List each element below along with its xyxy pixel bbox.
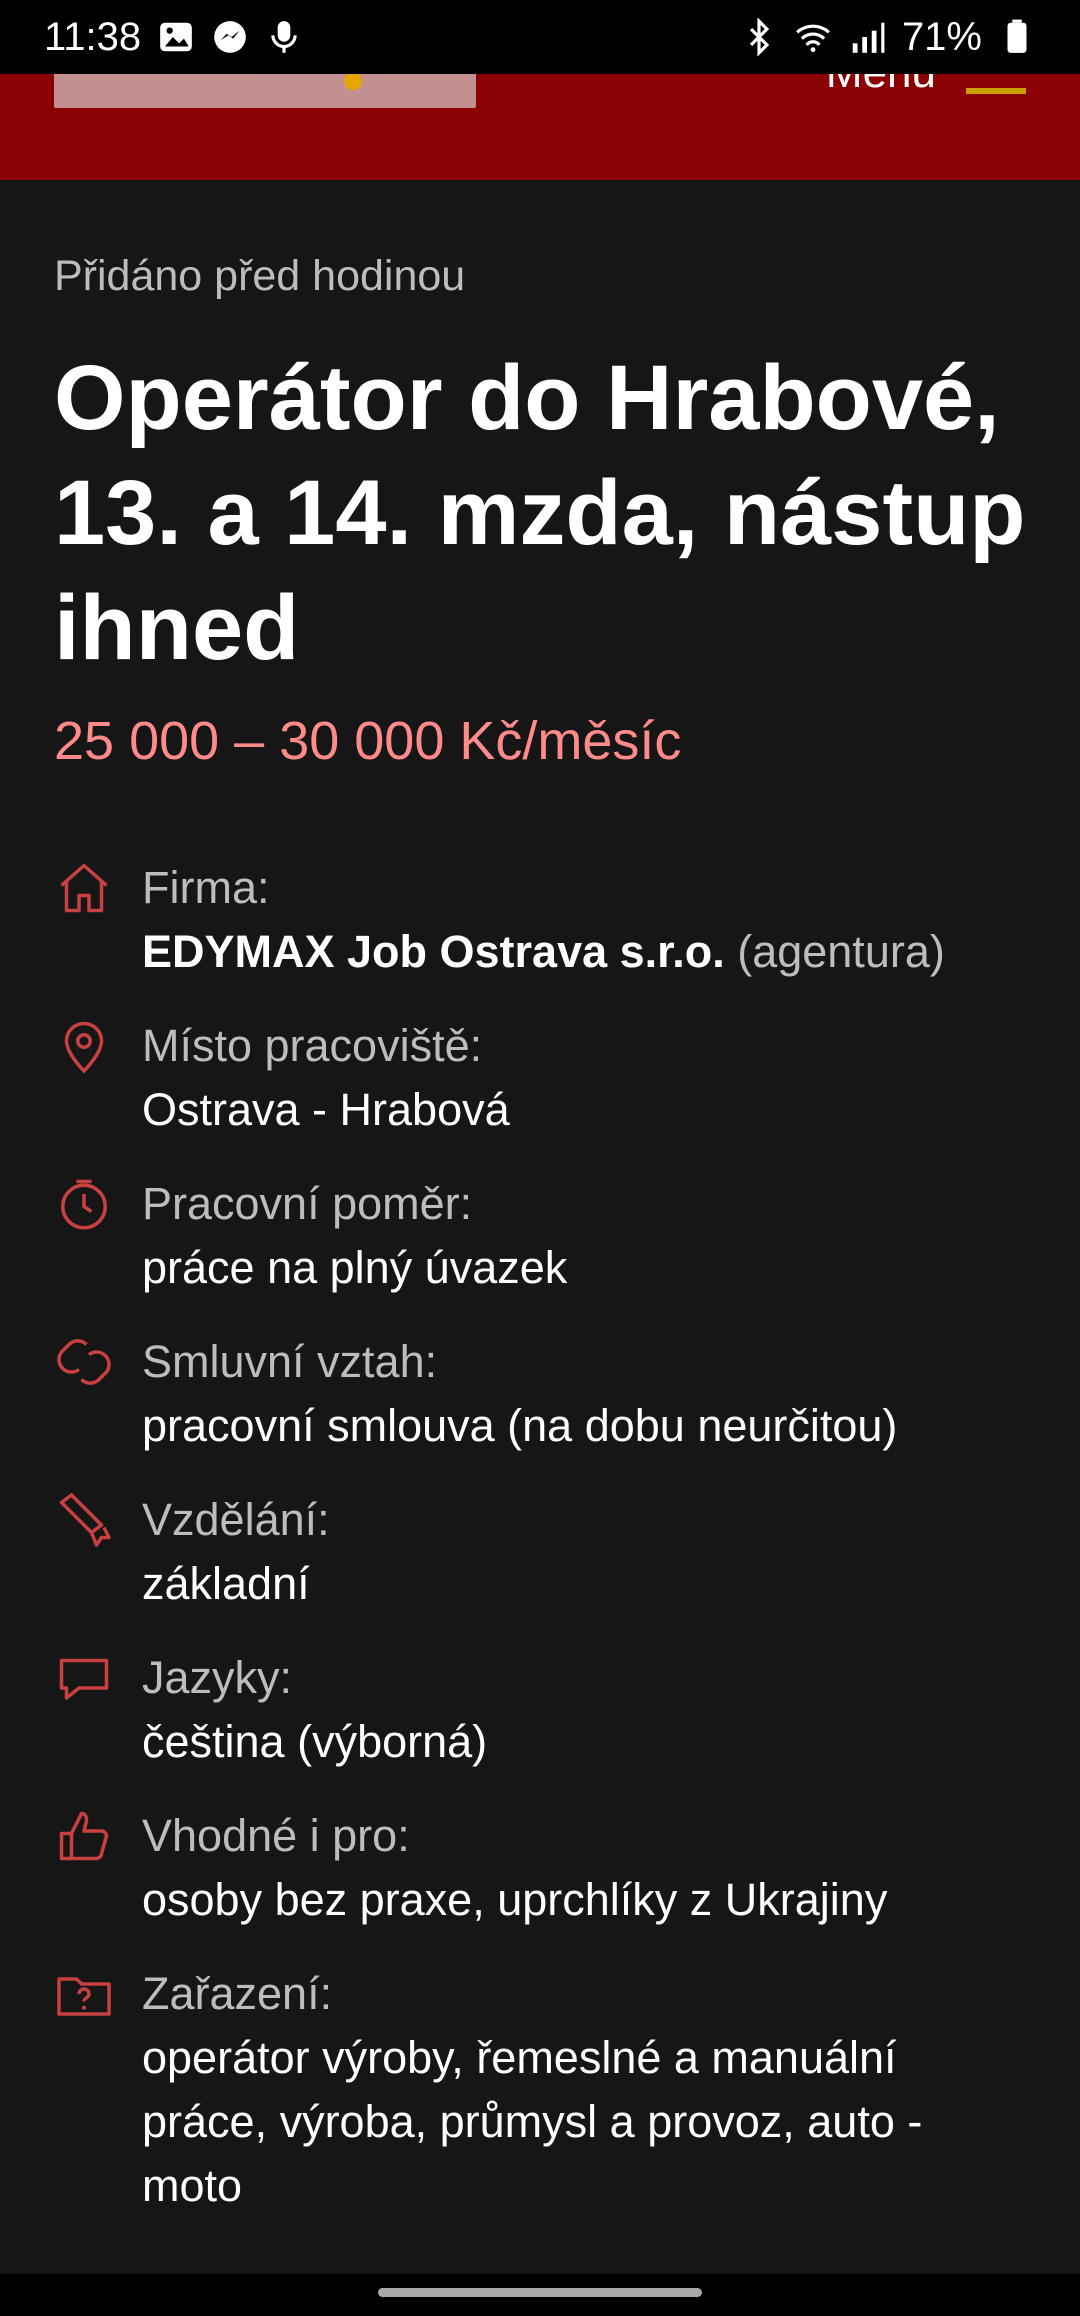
battery-percent: 71% bbox=[901, 14, 982, 59]
diploma-icon bbox=[54, 1490, 114, 1550]
microphone-icon bbox=[265, 18, 303, 56]
status-right: 71% bbox=[740, 15, 1036, 60]
status-bar: 11:38 71% bbox=[0, 0, 1080, 74]
education-value: základní bbox=[142, 1558, 310, 1609]
site-header: Menu bbox=[0, 74, 1080, 180]
folder-question-icon bbox=[54, 1964, 114, 2024]
clock-icon bbox=[54, 1174, 114, 1234]
navigation-bar bbox=[0, 2274, 1080, 2316]
detail-company: Firma: EDYMAX Job Ostrava s.r.o. (agentu… bbox=[54, 856, 1034, 984]
house-icon bbox=[54, 858, 114, 918]
detail-location: Místo pracoviště: Ostrava - Hrabová bbox=[54, 1014, 1034, 1142]
detail-contract: Smluvní vztah: pracovní smlouva (na dobu… bbox=[54, 1330, 1034, 1458]
home-gesture-handle[interactable] bbox=[378, 2288, 702, 2297]
clock: 11:38 bbox=[44, 14, 142, 59]
job-details-list: Firma: EDYMAX Job Ostrava s.r.o. (agentu… bbox=[54, 856, 1034, 2218]
speech-bubble-icon bbox=[54, 1648, 114, 1708]
salary: 25 000 – 30 000 Kč/měsíc bbox=[54, 711, 682, 771]
suitable-value: osoby bez praxe, uprchlíky z Ukrajiny bbox=[142, 1874, 888, 1925]
languages-label: Jazyky: bbox=[142, 1652, 293, 1703]
link-icon bbox=[54, 1332, 114, 1392]
company-note: (agentura) bbox=[737, 926, 945, 977]
status-left: 11:38 bbox=[44, 15, 303, 60]
company-label: Firma: bbox=[142, 862, 270, 913]
hamburger-menu-icon[interactable] bbox=[966, 88, 1026, 94]
logo-dot bbox=[344, 74, 362, 90]
menu-label[interactable]: Menu bbox=[826, 74, 936, 98]
detail-languages: Jazyky: čeština (výborná) bbox=[54, 1646, 1034, 1774]
languages-value: čeština (výborná) bbox=[142, 1716, 488, 1767]
category-label: Zařazení: bbox=[142, 1968, 333, 2019]
site-logo[interactable] bbox=[54, 74, 476, 108]
company-value: EDYMAX Job Ostrava s.r.o. (agentura) bbox=[142, 920, 1034, 984]
job-title: Operátor do Hrabové, 13. a 14. mzda, nás… bbox=[54, 347, 1026, 679]
employment-label: Pracovní poměr: bbox=[142, 1178, 473, 1229]
job-detail: Přidáno před hodinou Operátor do Hrabové… bbox=[54, 180, 1034, 2248]
location-label: Místo pracoviště: bbox=[142, 1020, 483, 1071]
location-value: Ostrava - Hrabová bbox=[142, 1084, 510, 1135]
messenger-icon bbox=[211, 18, 249, 56]
location-pin-icon bbox=[54, 1016, 114, 1076]
battery-icon bbox=[998, 18, 1036, 56]
posted-time: Přidáno před hodinou bbox=[54, 252, 466, 300]
category-value: operátor výroby, řemeslné a manuální prá… bbox=[142, 2032, 923, 2211]
bluetooth-icon bbox=[740, 17, 778, 57]
employment-value: práce na plný úvazek bbox=[142, 1242, 568, 1293]
detail-employment: Pracovní poměr: práce na plný úvazek bbox=[54, 1172, 1034, 1300]
detail-education: Vzdělání: základní bbox=[54, 1488, 1034, 1616]
thumbs-up-icon bbox=[54, 1806, 114, 1866]
contract-value: pracovní smlouva (na dobu neurčitou) bbox=[142, 1400, 898, 1451]
company-name[interactable]: EDYMAX Job Ostrava s.r.o. bbox=[142, 926, 725, 977]
gallery-icon bbox=[157, 18, 195, 56]
wifi-icon bbox=[794, 18, 832, 56]
detail-suitable: Vhodné i pro: osoby bez praxe, uprchlíky… bbox=[54, 1804, 1034, 1932]
signal-icon bbox=[848, 18, 886, 56]
contract-label: Smluvní vztah: bbox=[142, 1336, 438, 1387]
detail-category: Zařazení: operátor výroby, řemeslné a ma… bbox=[54, 1962, 1034, 2218]
suitable-label: Vhodné i pro: bbox=[142, 1810, 410, 1861]
education-label: Vzdělání: bbox=[142, 1494, 330, 1545]
